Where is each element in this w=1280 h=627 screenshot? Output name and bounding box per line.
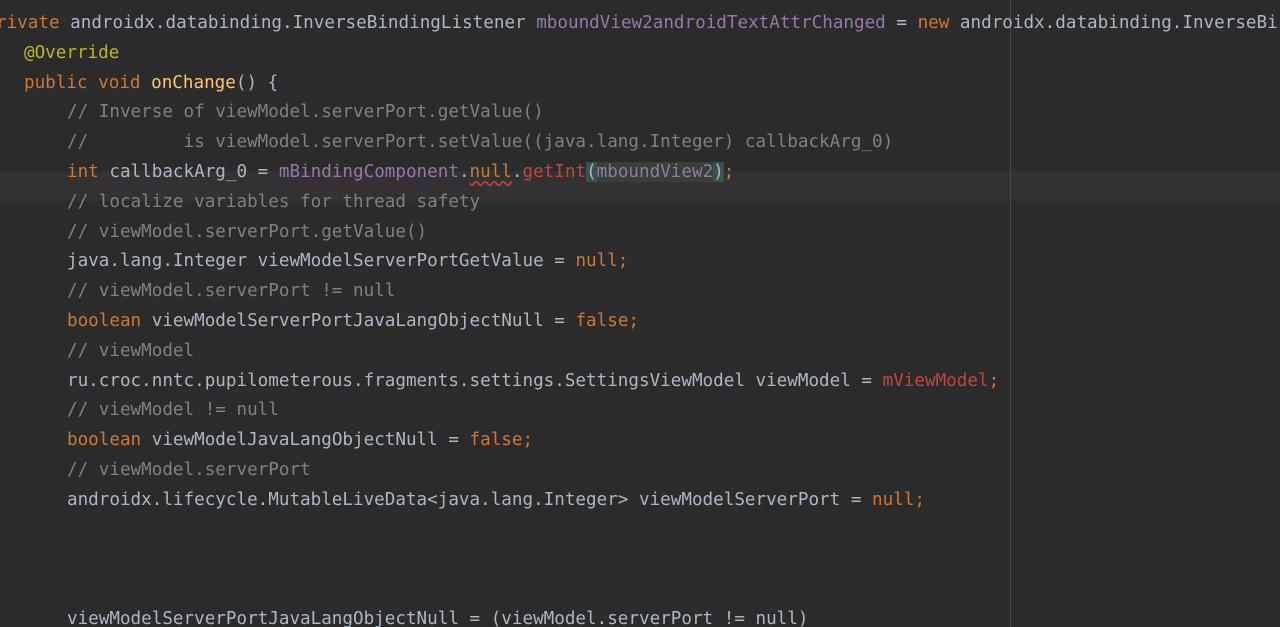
code-line[interactable]: // Inverse of viewModel.serverPort.getVa… bbox=[67, 97, 544, 127]
code-line[interactable]: public void onChange() { bbox=[24, 68, 278, 98]
code-token: viewModelServerPortJavaLangObjectNull = … bbox=[67, 609, 809, 627]
code-token: androidx.lifecycle.MutableLiveData<java.… bbox=[67, 489, 873, 510]
code-line[interactable]: boolean viewModelJavaLangObjectNull = fa… bbox=[67, 425, 533, 455]
code-token: callbackArg_0 = bbox=[109, 162, 279, 182]
code-token: int bbox=[67, 162, 110, 182]
code-editor[interactable]: rivate androidx.databinding.InverseBindi… bbox=[0, 0, 1280, 627]
code-token: false; bbox=[575, 311, 640, 331]
code-token: false; bbox=[469, 430, 534, 451]
code-line[interactable]: // viewModel != null bbox=[67, 395, 279, 425]
code-token: null bbox=[469, 162, 512, 182]
code-token: // viewModel != null bbox=[67, 400, 279, 421]
code-token: null; bbox=[872, 489, 925, 510]
code-token: ) bbox=[713, 162, 724, 182]
code-token: // is viewModel.serverPort.setValue((jav… bbox=[67, 132, 894, 153]
code-line[interactable]: // is viewModel.serverPort.setValue((jav… bbox=[67, 127, 893, 157]
code-token: . bbox=[458, 162, 470, 182]
code-token: boolean bbox=[67, 311, 152, 331]
code-token: public void bbox=[24, 72, 152, 93]
code-token: viewModelServerPortJavaLangObjectNull = bbox=[151, 311, 576, 331]
code-token: = bbox=[885, 13, 918, 33]
code-line[interactable]: // viewModel.serverPort != null bbox=[67, 276, 395, 306]
code-line[interactable]: androidx.lifecycle.MutableLiveData<java.… bbox=[67, 485, 925, 515]
code-line[interactable]: // viewModel bbox=[67, 336, 194, 366]
code-token: boolean bbox=[67, 430, 152, 451]
code-token: ru.croc.nntc.pupilometerous.fragments.se… bbox=[67, 370, 883, 391]
code-line[interactable]: boolean viewModelServerPortJavaLangObjec… bbox=[67, 306, 639, 336]
code-token: null; bbox=[575, 251, 629, 272]
code-line[interactable]: int callbackArg_0 = mBindingComponent.nu… bbox=[67, 157, 734, 187]
code-token: viewModelJavaLangObjectNull = bbox=[151, 430, 470, 451]
code-token: mViewModel bbox=[882, 370, 989, 391]
code-token: // viewModel.serverPort.getValue() bbox=[67, 221, 428, 242]
code-token: ( bbox=[586, 162, 597, 182]
code-token: ; bbox=[988, 370, 1000, 391]
code-token: onChange bbox=[151, 72, 236, 93]
code-token: // viewModel.serverPort bbox=[67, 460, 311, 480]
code-token: // localize variables for thread safety bbox=[67, 191, 481, 212]
code-token: // viewModel bbox=[67, 340, 195, 361]
right-margin-guide bbox=[1010, 0, 1011, 627]
code-line[interactable]: java.lang.Integer viewModelServerPortGet… bbox=[67, 246, 628, 276]
code-line[interactable]: @Override bbox=[24, 38, 119, 68]
code-token: rivate bbox=[0, 13, 60, 33]
code-token: () { bbox=[235, 72, 279, 93]
code-token: java.lang.Integer viewModelServerPortGet… bbox=[67, 251, 576, 272]
code-token: androidx.databinding.InverseBindingListe… bbox=[59, 13, 537, 33]
code-token: @Override bbox=[24, 42, 120, 63]
code-token: ; bbox=[723, 162, 735, 182]
code-token: mboundView2 bbox=[596, 162, 714, 182]
code-token: mBindingComponent bbox=[278, 162, 459, 182]
code-token: getInt bbox=[522, 162, 587, 182]
code-token: mboundView2androidTextAttrChanged bbox=[536, 13, 886, 33]
code-line[interactable]: // localize variables for thread safety bbox=[67, 187, 480, 217]
code-token: new bbox=[917, 13, 950, 33]
code-token: // viewModel.serverPort != null bbox=[67, 281, 396, 302]
code-line[interactable]: rivate androidx.databinding.InverseBindi… bbox=[0, 8, 1278, 38]
code-line[interactable]: viewModelServerPortJavaLangObjectNull = … bbox=[67, 604, 808, 627]
code-token: // Inverse of viewModel.serverPort.getVa… bbox=[67, 102, 544, 123]
code-line[interactable]: // viewModel.serverPort bbox=[67, 455, 311, 485]
code-token: . bbox=[511, 162, 523, 182]
code-line[interactable]: ru.croc.nntc.pupilometerous.fragments.se… bbox=[67, 366, 999, 396]
code-token: androidx.databinding.InverseBi bbox=[949, 13, 1278, 33]
code-line[interactable]: // viewModel.serverPort.getValue() bbox=[67, 217, 427, 247]
